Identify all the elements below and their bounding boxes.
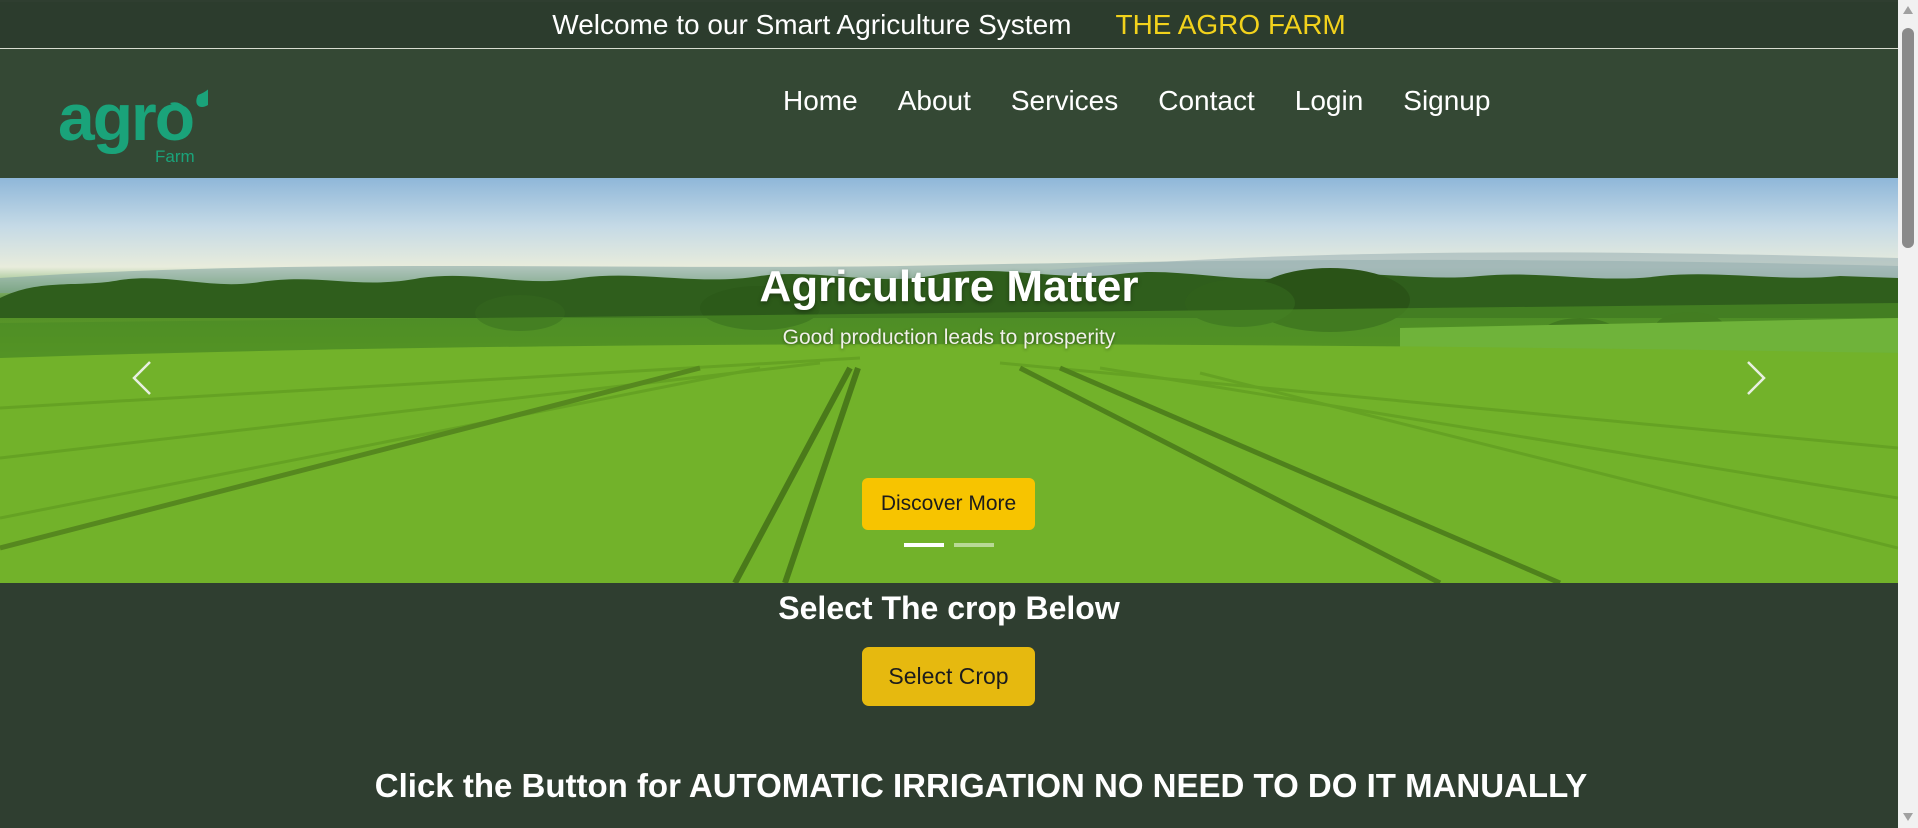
- carousel-indicators: [904, 543, 994, 547]
- select-crop-button[interactable]: Select Crop: [862, 647, 1035, 706]
- chevron-left-icon: [132, 361, 151, 395]
- carousel-indicator-2[interactable]: [954, 543, 994, 547]
- page: Welcome to our Smart Agriculture System …: [0, 0, 1898, 828]
- carousel-prev-button[interactable]: [128, 358, 158, 398]
- nav-item-about[interactable]: About: [898, 84, 971, 118]
- main-nav: Home About Services Contact Login Signup: [783, 84, 1530, 118]
- scroll-up-icon[interactable]: [1902, 4, 1914, 16]
- logo-word: agro: [58, 80, 195, 154]
- hero-title: Agriculture Matter: [759, 262, 1139, 311]
- welcome-text: Welcome to our Smart Agriculture System: [552, 9, 1072, 40]
- nav-item-services[interactable]: Services: [1011, 84, 1118, 118]
- top-announcement-bar: Welcome to our Smart Agriculture System …: [0, 2, 1898, 49]
- discover-more-button[interactable]: Discover More: [862, 478, 1035, 530]
- nav-item-home[interactable]: Home: [783, 84, 858, 118]
- site-header: agro Farm Home About Services Contact Lo…: [0, 49, 1898, 178]
- chevron-right-icon: [1747, 361, 1766, 395]
- crop-section-title: Select The crop Below: [778, 590, 1120, 626]
- hero-subtitle: Good production leads to prosperity: [782, 326, 1116, 349]
- scroll-down-icon[interactable]: [1902, 811, 1914, 823]
- nav-item-login[interactable]: Login: [1295, 84, 1364, 118]
- carousel-indicator-1[interactable]: [904, 543, 944, 547]
- agro-farm-logo[interactable]: agro Farm: [58, 77, 208, 177]
- nav-item-signup[interactable]: Signup: [1403, 84, 1490, 118]
- brand-text: THE AGRO FARM: [1115, 9, 1346, 40]
- nav-item-contact[interactable]: Contact: [1158, 84, 1255, 118]
- logo-subtitle: Farm: [155, 147, 195, 166]
- scrollbar-thumb[interactable]: [1902, 28, 1914, 248]
- irrigation-heading: Click the Button for AUTOMATIC IRRIGATIO…: [374, 767, 1588, 804]
- vertical-scrollbar[interactable]: [1898, 0, 1918, 828]
- carousel-next-button[interactable]: [1740, 358, 1770, 398]
- hero-carousel: Agriculture Matter Good production leads…: [0, 178, 1898, 583]
